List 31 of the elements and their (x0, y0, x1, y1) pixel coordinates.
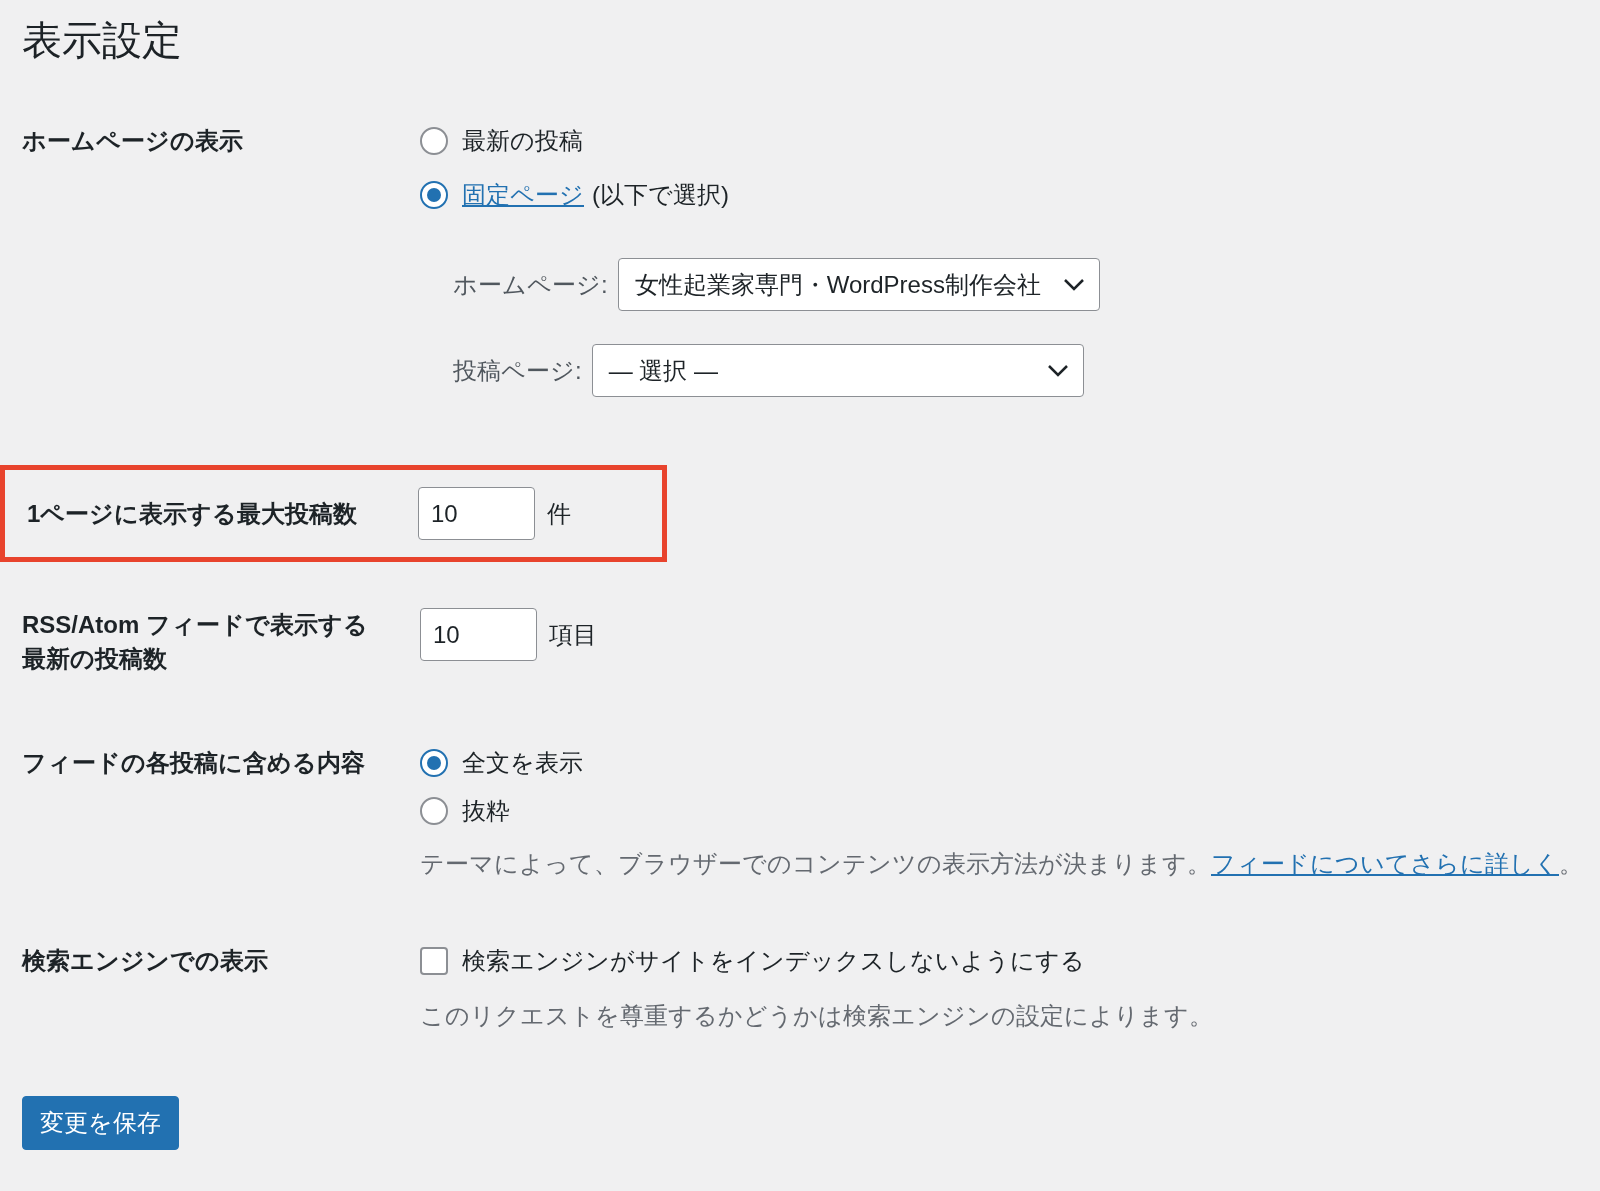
unit-label: 件 (547, 498, 571, 529)
number-input[interactable]: 10 (420, 608, 537, 661)
field-label: ホームページの表示 (22, 126, 244, 156)
radio-button[interactable] (420, 749, 448, 777)
chevron-down-icon (1062, 277, 1085, 292)
field-label: 検索エンジンでの表示 (22, 946, 269, 976)
radio-button[interactable] (420, 797, 448, 825)
chevron-down-icon (1046, 363, 1069, 378)
radio-button[interactable] (420, 127, 448, 155)
checkbox[interactable] (420, 947, 448, 975)
page-link[interactable]: 固定ページ (462, 177, 584, 213)
save-button[interactable]: 変更を保存 (22, 1096, 179, 1150)
option-label: (以下で選択) (592, 180, 729, 210)
unit-label: 項目 (549, 619, 597, 650)
page-title: 表示設定 (22, 17, 183, 64)
select-label: 投稿ページ: (453, 355, 582, 386)
dropdown[interactable]: — 選択 — (591, 344, 1084, 397)
field-label: フィードの各投稿に含める内容 (22, 748, 366, 778)
dropdown[interactable]: 女性起業家専門・WordPress制作会社 (617, 258, 1100, 311)
description-text: テーマによって、ブラウザーでのコンテンツの表示方法が決まります。フィードについてさらに詳しく。 (420, 849, 1583, 879)
field-label: RSS/Atom フィードで表示する最新の投稿数 (22, 610, 369, 674)
select-label: ホームページ: (453, 269, 608, 300)
description-text: このリクエストを尊重するかどうかは検索エンジンの設定によります。 (420, 1001, 1213, 1031)
number-input[interactable]: 10 (418, 487, 535, 540)
option-label: 全文を表示 (462, 748, 583, 778)
checkbox-label: 検索エンジンがサイトをインデックスしないようにする (462, 946, 1085, 976)
option-label: 最新の投稿 (462, 126, 583, 156)
feed-help-link[interactable]: フィードについてさらに詳しく (1211, 850, 1559, 877)
radio-button[interactable] (420, 181, 448, 209)
field-label: 1ページに表示する最大投稿数 (27, 498, 359, 529)
option-label: 抜粋 (462, 796, 510, 826)
